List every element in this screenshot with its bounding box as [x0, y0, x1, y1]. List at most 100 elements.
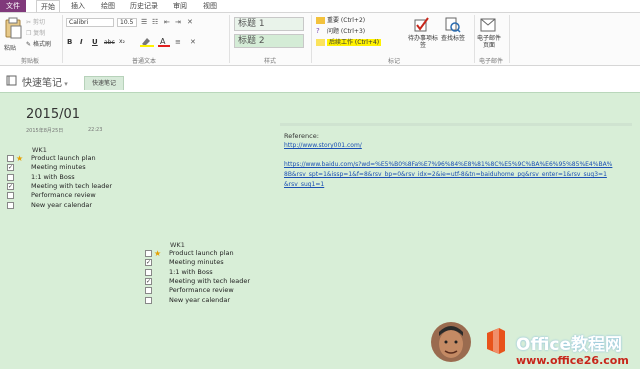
- underline-button[interactable]: U: [92, 38, 98, 46]
- section-tab-quick-notes[interactable]: 快速笔记: [84, 76, 124, 90]
- list-item[interactable]: ✓ Meeting minutes: [7, 163, 147, 172]
- list-item-text: Meeting minutes: [31, 163, 86, 172]
- cut-button[interactable]: ✂ 剪切: [26, 17, 45, 26]
- office-logo: [487, 328, 505, 354]
- list-heading[interactable]: WK1: [170, 241, 185, 249]
- outdent-icon[interactable]: ⇤: [164, 18, 170, 26]
- bold-button[interactable]: B: [67, 38, 72, 46]
- todo-tag-button[interactable]: 待办事项标签: [408, 35, 438, 49]
- tab-view[interactable]: 视图: [200, 0, 220, 12]
- page-title[interactable]: 2015/01: [26, 107, 80, 122]
- italic-button[interactable]: I: [80, 38, 83, 46]
- checkbox[interactable]: [145, 250, 152, 257]
- notebook-icon[interactable]: [6, 75, 18, 86]
- checkbox[interactable]: [145, 268, 152, 276]
- list-item[interactable]: Performance review: [7, 191, 147, 200]
- delete-format-icon[interactable]: ✕: [190, 38, 196, 46]
- list-item[interactable]: ✓ Meeting with tech leader: [145, 277, 285, 286]
- scrollbar[interactable]: [632, 93, 640, 369]
- checkbox[interactable]: [7, 173, 14, 181]
- list-item-text: Meeting with tech leader: [31, 181, 113, 190]
- list-item-text: New year calendar: [169, 295, 231, 304]
- list-bullets-icon[interactable]: ☰: [141, 18, 147, 26]
- font-color-icon[interactable]: A: [158, 37, 170, 47]
- email-page-icon[interactable]: [479, 17, 497, 33]
- tab-draw[interactable]: 绘图: [98, 0, 118, 12]
- reference-label: Reference:: [284, 132, 319, 140]
- list-item[interactable]: ★ Product launch plan: [7, 154, 147, 163]
- search-link-line[interactable]: https://www.baidu.com/s?wd=%E5%B0%8Fa%E7…: [284, 161, 612, 168]
- tag-important[interactable]: 重要 (Ctrl+2): [316, 17, 406, 25]
- list-item[interactable]: New year calendar: [145, 296, 285, 305]
- paste-icon[interactable]: [4, 17, 22, 39]
- tab-file[interactable]: 文件: [0, 0, 26, 12]
- indent-icon[interactable]: ⇥: [175, 18, 181, 26]
- checkbox[interactable]: [7, 155, 14, 162]
- list-item[interactable]: 1:1 with Boss: [145, 268, 285, 277]
- follow-up-tag-icon: [316, 39, 325, 46]
- todo-checkbox-icon[interactable]: [414, 17, 430, 33]
- copy-button[interactable]: ❐ 复制: [26, 28, 45, 37]
- page-date: 2015年8月25日: [26, 128, 64, 134]
- watermark-brand: Office教程网: [516, 335, 623, 355]
- style-heading-2[interactable]: 标题 2: [234, 34, 304, 48]
- search-link-line[interactable]: 8B&rsv_spt=1&issp=1&f=8&rsv_bp=0&rsv_idx…: [284, 171, 607, 178]
- reference-link[interactable]: http://www.story001.com/: [284, 142, 362, 149]
- checked-checkbox[interactable]: ✓: [145, 259, 152, 267]
- question-tag-icon: ?: [316, 27, 320, 35]
- checked-checkbox[interactable]: ✓: [145, 277, 152, 285]
- list-item[interactable]: ✓ Meeting with tech leader: [7, 182, 147, 191]
- strikethrough-button[interactable]: abc: [104, 39, 115, 46]
- list-item-text: New year calendar: [31, 200, 93, 209]
- checkbox[interactable]: [145, 296, 152, 304]
- checkbox[interactable]: [7, 201, 14, 209]
- tab-review[interactable]: 审阅: [170, 0, 190, 12]
- star-icon: ★: [154, 249, 162, 258]
- style-heading-1[interactable]: 标题 1: [234, 17, 304, 31]
- list-item[interactable]: 1:1 with Boss: [7, 173, 147, 182]
- tag-question[interactable]: ? 问题 (Ctrl+3): [316, 28, 406, 36]
- checked-checkbox[interactable]: ✓: [7, 164, 14, 172]
- checked-checkbox[interactable]: ✓: [7, 182, 14, 190]
- checkbox[interactable]: [145, 287, 152, 295]
- list-item-text: Product launch plan: [169, 249, 234, 257]
- list-item[interactable]: ★ Product launch plan: [145, 249, 285, 258]
- svg-text:A: A: [160, 37, 166, 46]
- note-page[interactable]: 2015/01 2015年8月25日 22:23 WK1 ★ Product la…: [0, 92, 640, 369]
- notebook-title[interactable]: 快速笔记 ▾: [22, 74, 68, 89]
- list-item[interactable]: ✓ Meeting minutes: [145, 258, 285, 267]
- group-divider: [509, 15, 510, 63]
- subscript-button[interactable]: x₂: [119, 38, 125, 45]
- highlight-icon[interactable]: [140, 37, 154, 47]
- paste-button[interactable]: 粘贴: [4, 43, 16, 52]
- list-item-text: 1:1 with Boss: [31, 172, 75, 181]
- basic-text-group-label: 普通文本: [131, 58, 156, 65]
- find-tags-icon[interactable]: [445, 17, 461, 33]
- tab-insert[interactable]: 插入: [68, 0, 88, 12]
- align-icon[interactable]: ≡: [175, 38, 181, 46]
- ribbon: 粘贴 ✂ 剪切 ❐ 复制 ✎ 格式刷 剪贴板 Calibri 10.5 ☰ ☷ …: [0, 12, 640, 66]
- email-page-button[interactable]: 电子邮件页面: [475, 35, 503, 49]
- note-container-handle[interactable]: [280, 123, 640, 126]
- tag-follow-up[interactable]: 后续工作 (Ctrl+4): [316, 39, 406, 47]
- clear-format-icon[interactable]: ✕: [187, 18, 193, 26]
- tab-history[interactable]: 历史记录: [128, 0, 160, 12]
- checkbox[interactable]: [7, 192, 14, 200]
- list-item-text: 1:1 with Boss: [169, 267, 213, 276]
- list-item-text: Meeting minutes: [169, 258, 224, 267]
- find-tags-button[interactable]: 查找标签: [438, 35, 468, 42]
- clipboard-group-label: 剪贴板: [20, 58, 39, 65]
- list-item[interactable]: New year calendar: [7, 201, 147, 210]
- tab-home[interactable]: 开始: [36, 0, 60, 12]
- list-heading[interactable]: WK1: [32, 146, 47, 154]
- search-link-line[interactable]: &rsv_sug1=1: [284, 181, 324, 188]
- watermark-url: www.office26.com: [516, 354, 629, 367]
- format-painter-button[interactable]: ✎ 格式刷: [26, 39, 51, 48]
- font-family-select[interactable]: Calibri: [66, 18, 114, 27]
- author-photo: [431, 322, 471, 362]
- list-numbering-icon[interactable]: ☷: [152, 18, 158, 26]
- star-tag-icon: [316, 17, 325, 24]
- font-size-select[interactable]: 10.5: [117, 18, 137, 27]
- list-item[interactable]: Performance review: [145, 286, 285, 295]
- styles-group-label: 样式: [263, 58, 276, 65]
